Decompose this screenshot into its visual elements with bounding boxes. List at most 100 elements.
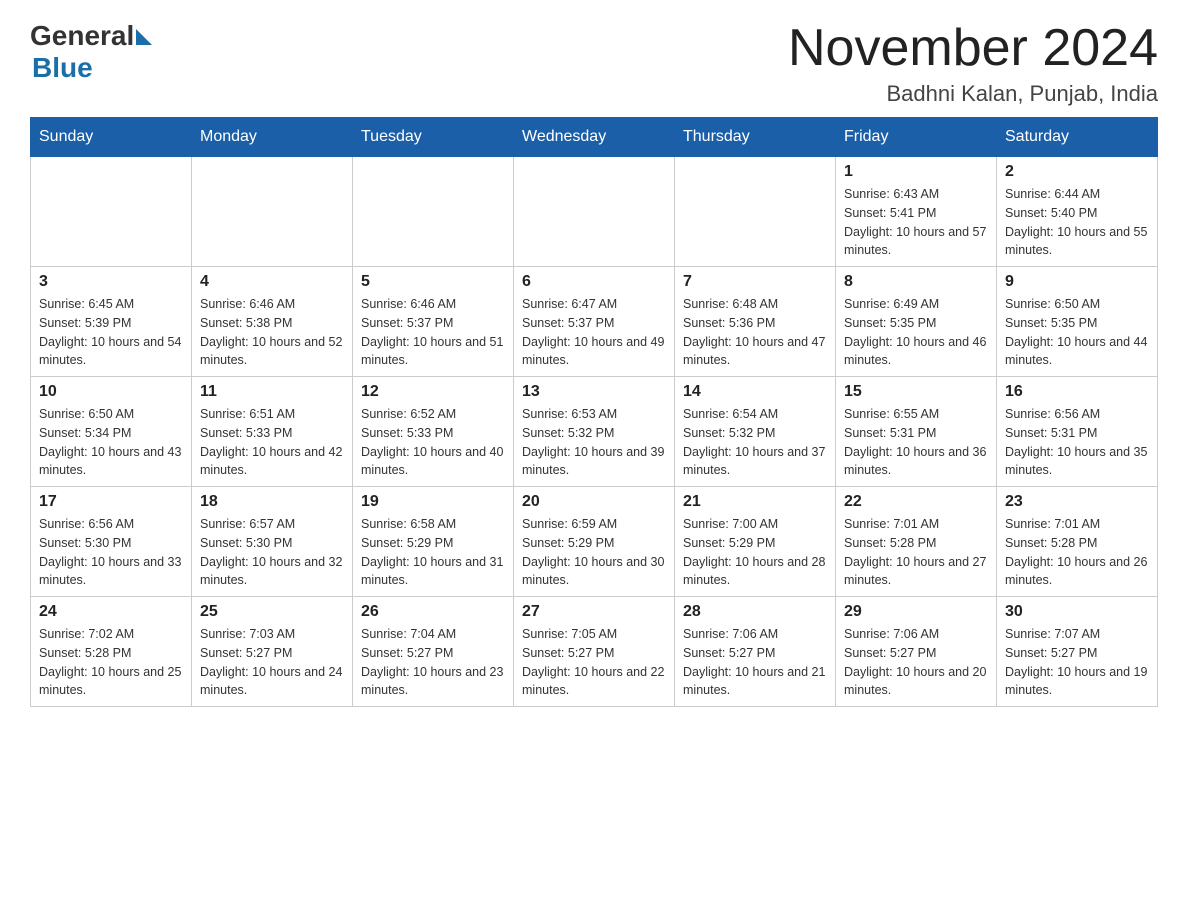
day-number: 8 (844, 273, 988, 291)
day-number: 30 (1005, 603, 1149, 621)
calendar-table: SundayMondayTuesdayWednesdayThursdayFrid… (30, 117, 1158, 707)
day-info: Sunrise: 6:56 AMSunset: 5:30 PMDaylight:… (39, 515, 183, 590)
week-row-5: 24Sunrise: 7:02 AMSunset: 5:28 PMDayligh… (31, 597, 1158, 707)
day-info: Sunrise: 6:56 AMSunset: 5:31 PMDaylight:… (1005, 405, 1149, 480)
day-number: 24 (39, 603, 183, 621)
day-number: 28 (683, 603, 827, 621)
day-info: Sunrise: 6:58 AMSunset: 5:29 PMDaylight:… (361, 515, 505, 590)
day-info: Sunrise: 7:01 AMSunset: 5:28 PMDaylight:… (1005, 515, 1149, 590)
calendar-cell (353, 157, 514, 267)
day-number: 18 (200, 493, 344, 511)
day-info: Sunrise: 7:04 AMSunset: 5:27 PMDaylight:… (361, 625, 505, 700)
day-number: 12 (361, 383, 505, 401)
day-number: 4 (200, 273, 344, 291)
calendar-cell: 10Sunrise: 6:50 AMSunset: 5:34 PMDayligh… (31, 377, 192, 487)
calendar-cell: 30 Sunrise: 7:07 AMSunset: 5:27 PMDayligh… (997, 597, 1158, 707)
day-number: 22 (844, 493, 988, 511)
page-header: General Blue November 2024 Badhni Kalan,… (30, 20, 1158, 107)
logo-blue-text: Blue (32, 52, 93, 84)
calendar-cell: 15 Sunrise: 6:55 AMSunset: 5:31 PMDayligh… (836, 377, 997, 487)
month-title: November 2024 (788, 20, 1158, 77)
calendar-cell: 6Sunrise: 6:47 AMSunset: 5:37 PMDaylight… (514, 267, 675, 377)
day-info: Sunrise: 6:57 AMSunset: 5:30 PMDaylight:… (200, 515, 344, 590)
logo-general-text: General (30, 20, 134, 52)
calendar-cell: 29Sunrise: 7:06 AMSunset: 5:27 PMDayligh… (836, 597, 997, 707)
weekday-header-friday: Friday (836, 118, 997, 157)
calendar-cell (675, 157, 836, 267)
day-number: 17 (39, 493, 183, 511)
calendar-cell: 13 Sunrise: 6:53 AMSunset: 5:32 PMDayligh… (514, 377, 675, 487)
calendar-cell: 12 Sunrise: 6:52 AMSunset: 5:33 PMDayligh… (353, 377, 514, 487)
day-number: 6 (522, 273, 666, 291)
day-number: 27 (522, 603, 666, 621)
day-number: 14 (683, 383, 827, 401)
calendar-cell (514, 157, 675, 267)
day-number: 9 (1005, 273, 1149, 291)
calendar-cell: 11 Sunrise: 6:51 AMSunset: 5:33 PMDayligh… (192, 377, 353, 487)
calendar-cell: 25 Sunrise: 7:03 AMSunset: 5:27 PMDayligh… (192, 597, 353, 707)
day-number: 3 (39, 273, 183, 291)
day-number: 10 (39, 383, 183, 401)
weekday-header-thursday: Thursday (675, 118, 836, 157)
calendar-cell: 26 Sunrise: 7:04 AMSunset: 5:27 PMDayligh… (353, 597, 514, 707)
calendar-cell: 5 Sunrise: 6:46 AMSunset: 5:37 PMDaylight… (353, 267, 514, 377)
day-number: 13 (522, 383, 666, 401)
day-info: Sunrise: 6:49 AMSunset: 5:35 PMDaylight:… (844, 295, 988, 370)
day-info: Sunrise: 6:53 AMSunset: 5:32 PMDaylight:… (522, 405, 666, 480)
week-row-4: 17 Sunrise: 6:56 AMSunset: 5:30 PMDayligh… (31, 487, 1158, 597)
day-info: Sunrise: 7:00 AMSunset: 5:29 PMDaylight:… (683, 515, 827, 590)
calendar-cell: 14 Sunrise: 6:54 AMSunset: 5:32 PMDayligh… (675, 377, 836, 487)
calendar-cell: 20Sunrise: 6:59 AMSunset: 5:29 PMDayligh… (514, 487, 675, 597)
calendar-cell: 1Sunrise: 6:43 AMSunset: 5:41 PMDaylight… (836, 157, 997, 267)
week-row-2: 3Sunrise: 6:45 AMSunset: 5:39 PMDaylight… (31, 267, 1158, 377)
calendar-cell: 4 Sunrise: 6:46 AMSunset: 5:38 PMDaylight… (192, 267, 353, 377)
calendar-cell: 7 Sunrise: 6:48 AMSunset: 5:36 PMDaylight… (675, 267, 836, 377)
title-area: November 2024 Badhni Kalan, Punjab, Indi… (788, 20, 1158, 107)
calendar-cell: 17 Sunrise: 6:56 AMSunset: 5:30 PMDayligh… (31, 487, 192, 597)
weekday-header-tuesday: Tuesday (353, 118, 514, 157)
day-info: Sunrise: 6:52 AMSunset: 5:33 PMDaylight:… (361, 405, 505, 480)
day-number: 7 (683, 273, 827, 291)
calendar-cell: 28 Sunrise: 7:06 AMSunset: 5:27 PMDayligh… (675, 597, 836, 707)
day-info: Sunrise: 7:05 AMSunset: 5:27 PMDaylight:… (522, 625, 666, 700)
day-number: 23 (1005, 493, 1149, 511)
calendar-cell: 8 Sunrise: 6:49 AMSunset: 5:35 PMDaylight… (836, 267, 997, 377)
calendar-cell (31, 157, 192, 267)
calendar-cell: 27 Sunrise: 7:05 AMSunset: 5:27 PMDayligh… (514, 597, 675, 707)
day-number: 25 (200, 603, 344, 621)
calendar-cell: 21 Sunrise: 7:00 AMSunset: 5:29 PMDayligh… (675, 487, 836, 597)
day-number: 5 (361, 273, 505, 291)
weekday-header-sunday: Sunday (31, 118, 192, 157)
calendar-cell: 3Sunrise: 6:45 AMSunset: 5:39 PMDaylight… (31, 267, 192, 377)
calendar-cell: 16Sunrise: 6:56 AMSunset: 5:31 PMDayligh… (997, 377, 1158, 487)
weekday-header-wednesday: Wednesday (514, 118, 675, 157)
week-row-3: 10Sunrise: 6:50 AMSunset: 5:34 PMDayligh… (31, 377, 1158, 487)
day-number: 11 (200, 383, 344, 401)
day-info: Sunrise: 7:06 AMSunset: 5:27 PMDaylight:… (683, 625, 827, 700)
day-info: Sunrise: 7:07 AMSunset: 5:27 PMDaylight:… (1005, 625, 1149, 700)
day-info: Sunrise: 6:46 AMSunset: 5:37 PMDaylight:… (361, 295, 505, 370)
day-info: Sunrise: 7:06 AMSunset: 5:27 PMDaylight:… (844, 625, 988, 700)
day-info: Sunrise: 6:55 AMSunset: 5:31 PMDaylight:… (844, 405, 988, 480)
day-info: Sunrise: 6:46 AMSunset: 5:38 PMDaylight:… (200, 295, 344, 370)
location-subtitle: Badhni Kalan, Punjab, India (788, 81, 1158, 107)
day-number: 15 (844, 383, 988, 401)
day-info: Sunrise: 6:48 AMSunset: 5:36 PMDaylight:… (683, 295, 827, 370)
day-info: Sunrise: 6:51 AMSunset: 5:33 PMDaylight:… (200, 405, 344, 480)
logo-arrow-icon (136, 29, 152, 45)
day-info: Sunrise: 6:54 AMSunset: 5:32 PMDaylight:… (683, 405, 827, 480)
day-info: Sunrise: 6:59 AMSunset: 5:29 PMDaylight:… (522, 515, 666, 590)
day-number: 1 (844, 163, 988, 181)
calendar-cell: 19 Sunrise: 6:58 AMSunset: 5:29 PMDayligh… (353, 487, 514, 597)
day-number: 26 (361, 603, 505, 621)
calendar-cell: 9Sunrise: 6:50 AMSunset: 5:35 PMDaylight… (997, 267, 1158, 377)
day-number: 21 (683, 493, 827, 511)
day-info: Sunrise: 7:01 AMSunset: 5:28 PMDaylight:… (844, 515, 988, 590)
day-number: 19 (361, 493, 505, 511)
day-info: Sunrise: 7:03 AMSunset: 5:27 PMDaylight:… (200, 625, 344, 700)
calendar-cell: 2Sunrise: 6:44 AMSunset: 5:40 PMDaylight… (997, 157, 1158, 267)
logo: General Blue (30, 20, 152, 84)
week-row-1: 1Sunrise: 6:43 AMSunset: 5:41 PMDaylight… (31, 157, 1158, 267)
weekday-header-saturday: Saturday (997, 118, 1158, 157)
weekday-header-monday: Monday (192, 118, 353, 157)
